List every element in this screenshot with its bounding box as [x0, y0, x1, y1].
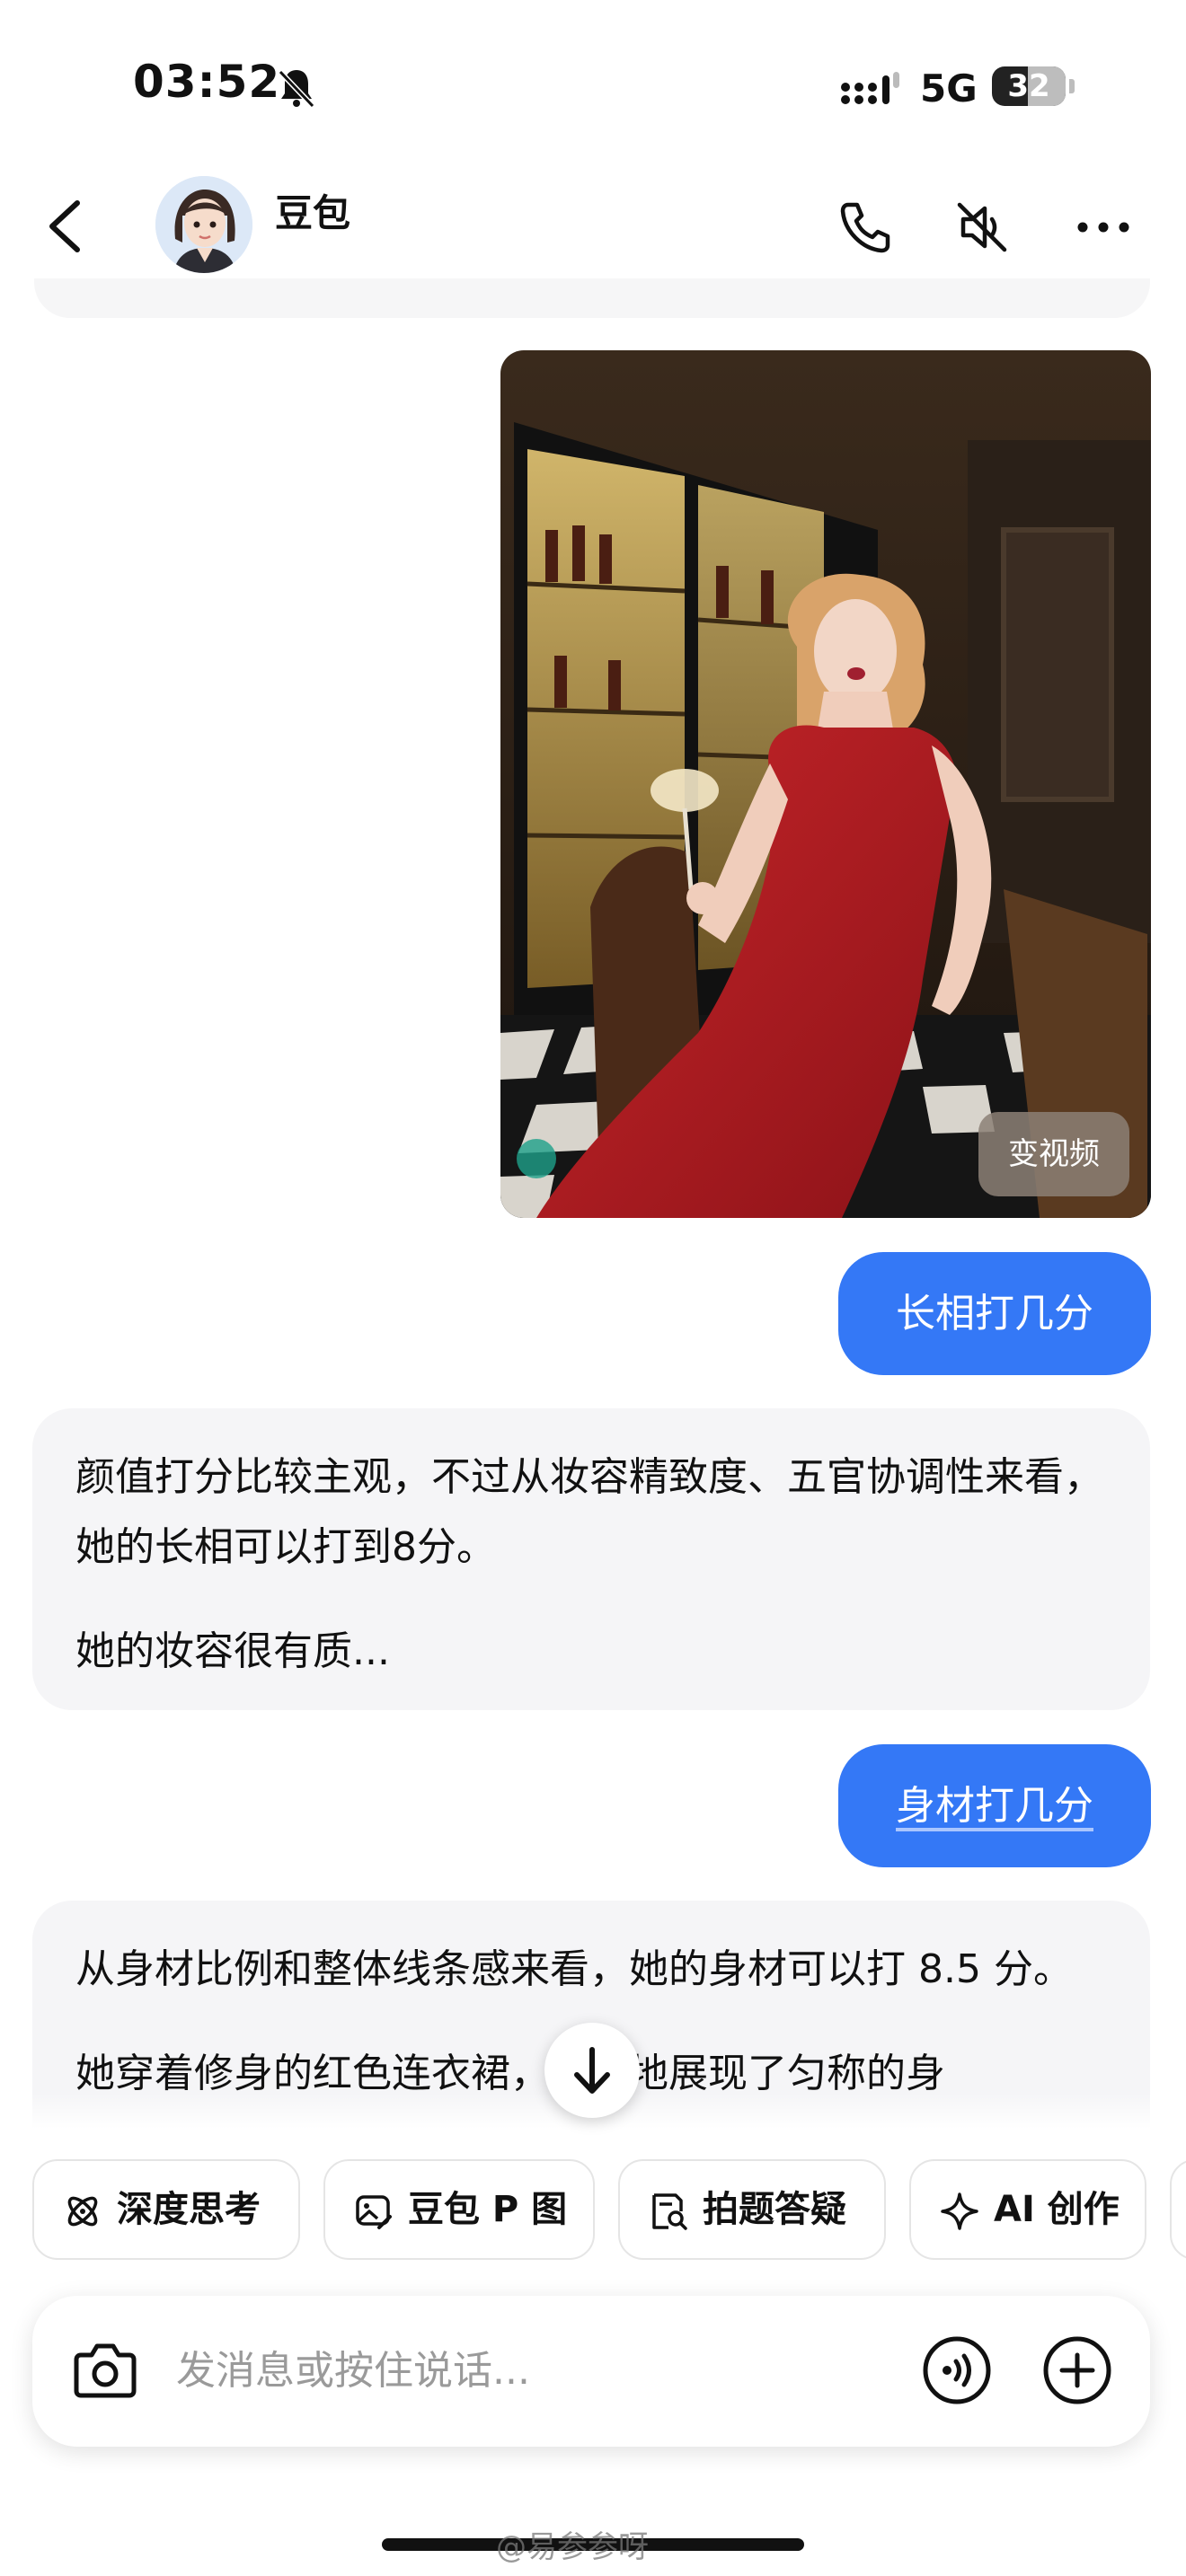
bell-muted-icon	[278, 69, 315, 109]
phone-icon[interactable]	[836, 198, 895, 257]
doc-search-icon	[652, 2193, 687, 2230]
chip-label: AI 创作	[994, 2189, 1120, 2230]
contact-name: 豆包	[275, 191, 351, 235]
message-input-bar[interactable]: 发消息或按住说话...	[32, 2296, 1150, 2447]
user-message[interactable]: 长相打几分	[838, 1252, 1151, 1375]
status-time: 03:52	[133, 56, 281, 108]
signal-icon	[841, 72, 899, 104]
camera-icon[interactable]	[74, 2341, 137, 2398]
to-video-button[interactable]: 变视频	[978, 1112, 1129, 1196]
bot-message[interactable]: 颜值打分比较主观，不过从妆容精致度、五官协调性来看，她的长相可以打到8分。 她的…	[32, 1408, 1150, 1710]
speaker-muted-icon[interactable]	[952, 198, 1012, 257]
chat-header: 豆包	[0, 171, 1186, 283]
chevron-left-icon[interactable]	[43, 198, 88, 255]
avatar[interactable]	[155, 176, 252, 273]
battery-tip	[1069, 79, 1075, 93]
chip-ai-create[interactable]: AI 创作	[909, 2159, 1146, 2260]
feature-chips: 深度思考 豆包 P 图 拍题答疑 AI 创作	[0, 2159, 1186, 2265]
chip-image-edit[interactable]: 豆包 P 图	[323, 2159, 595, 2260]
chip-label: 拍题答疑	[703, 2189, 846, 2230]
chip-label: 深度思考	[117, 2189, 261, 2230]
chip-more[interactable]	[1170, 2159, 1186, 2260]
voice-icon[interactable]	[922, 2335, 992, 2405]
watermark: @易参参呀	[496, 2529, 649, 2565]
chip-photo-question[interactable]: 拍题答疑	[618, 2159, 886, 2260]
battery-level: 32	[1007, 68, 1050, 104]
bot-message-text: 颜值打分比较主观，不过从妆容精致度、五官协调性来看，她的长相可以打到8分。	[75, 1454, 1103, 1570]
atom-icon	[67, 2196, 98, 2227]
sent-photo[interactable]: 变视频	[500, 350, 1151, 1218]
previous-message-edge	[34, 278, 1150, 318]
scroll-down-button[interactable]	[544, 2023, 640, 2118]
arrow-down-icon	[574, 2047, 610, 2094]
message-input[interactable]: 发消息或按住说话...	[176, 2296, 530, 2447]
bot-message-text: 从身材比例和整体线条感来看，她的身材可以打 8.5 分。	[75, 1946, 1073, 1992]
battery-icon: 32	[992, 66, 1066, 106]
plus-icon[interactable]	[1042, 2335, 1112, 2405]
user-message[interactable]: 身材打几分	[838, 1744, 1151, 1867]
image-edit-icon	[356, 2195, 392, 2229]
photo-image	[500, 350, 1151, 1218]
chip-label: 豆包 P 图	[408, 2189, 568, 2230]
network-type: 5G	[920, 66, 978, 110]
chip-deep-thinking[interactable]: 深度思考	[32, 2159, 300, 2260]
bot-message-text: 她的妆容很有质...	[75, 1628, 390, 1674]
more-icon[interactable]	[1074, 198, 1133, 257]
sparkle-icon	[941, 2192, 978, 2230]
status-bar: 03:52 5G 32	[0, 0, 1186, 171]
user-message-text: 身材打几分	[896, 1783, 1093, 1829]
